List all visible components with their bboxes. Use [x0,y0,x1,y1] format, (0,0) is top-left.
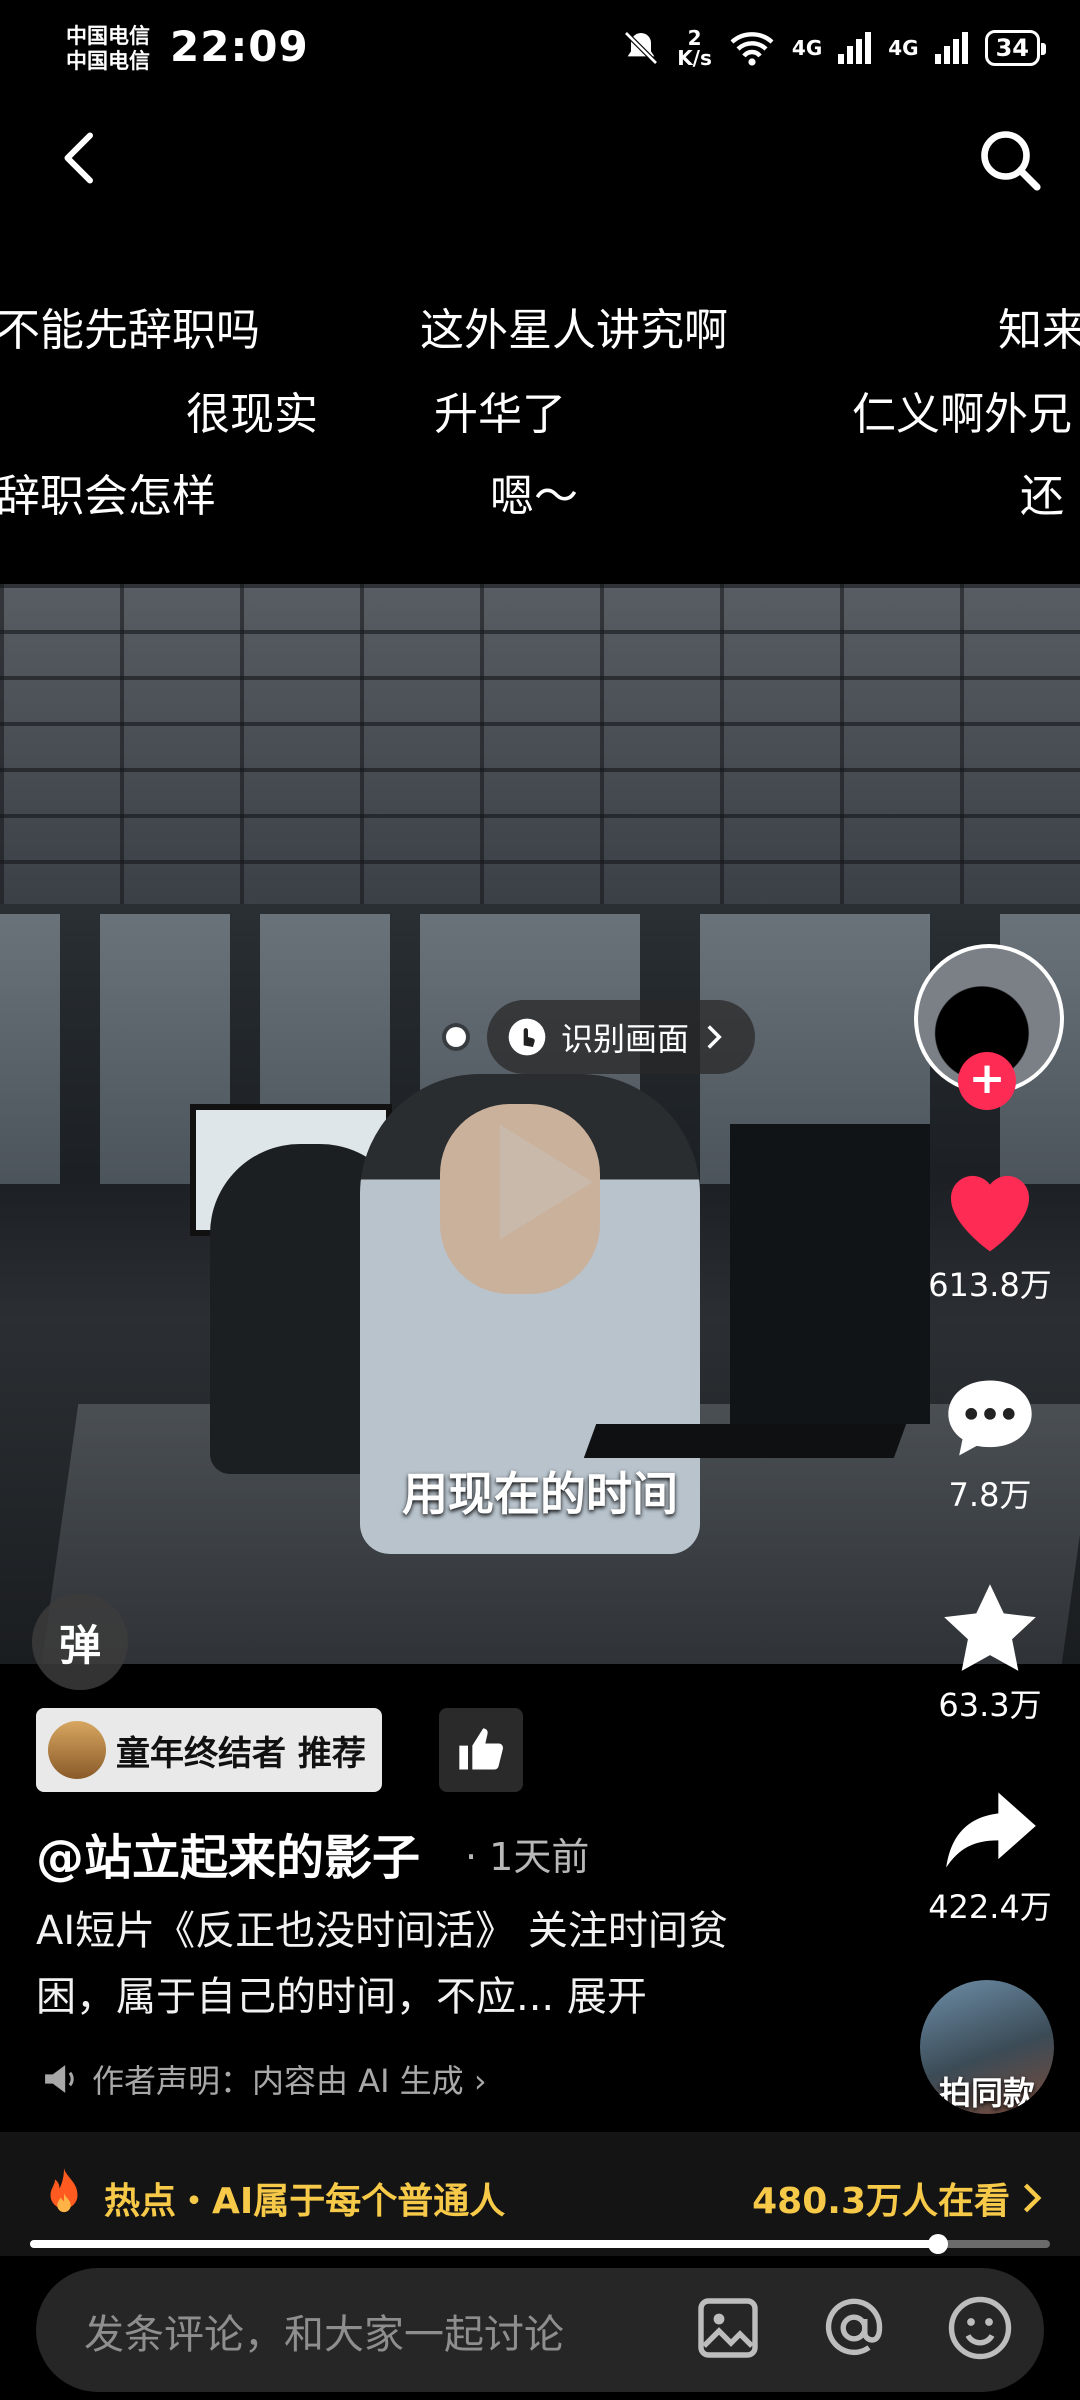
post-description[interactable]: AI短片《反正也没时间活》 关注时间贫困，属于自己的时间，不应... 展开 [36,1898,796,2030]
danmaku-toggle-button[interactable]: 弹 [32,1594,128,1690]
share-arrow-icon [946,1792,1036,1868]
video-progress-handle[interactable] [928,2234,948,2254]
follow-plus-button[interactable]: + [958,1052,1016,1110]
net-speed-value: 2 [687,26,702,50]
author-name[interactable]: @站立起来的影子 [36,1818,420,1888]
mute-bell-icon [624,31,658,65]
share-action[interactable]: 422.4万 [915,1782,1065,1928]
danmaku-item: 嗯～ [490,471,578,522]
comment-count: 7.8万 [948,1476,1032,1514]
hand-tap-icon [508,1018,546,1056]
signal-1-type: 4G [791,36,823,60]
danmaku-item: 仁义啊外兄 [852,389,1072,440]
signal-1-icon [838,32,872,64]
fire-icon [50,2168,78,2213]
recognize-scene-button[interactable]: 识别画面 [487,1000,756,1074]
chevron-right-icon [707,1025,722,1049]
recommend-tag[interactable]: 童年终结者 推荐 [36,1708,382,1792]
thumbs-up-icon [459,1728,504,1770]
play-icon[interactable] [455,1102,615,1262]
favorite-action[interactable]: 63.3万 [915,1580,1065,1726]
chevron-right-icon [1023,2183,1042,2213]
declaration-text: 作者声明：内容由 AI 生成 › [92,2062,487,2100]
net-speed: 2 K/s [677,28,712,68]
carrier-info: 中国电信 中国电信 [66,24,150,74]
carrier-2: 中国电信 [66,49,150,73]
like-action[interactable]: 613.8万 [915,1160,1065,1306]
recognize-label: 识别画面 [561,1020,690,1058]
at-mention-icon[interactable] [818,2292,890,2364]
author-declaration[interactable]: 作者声明：内容由 AI 生成 › [40,2056,487,2102]
recommend-tag-label: 童年终结者 推荐 [116,1733,366,1774]
danmaku-item: 升华了 [434,389,566,440]
video-scene-ceiling [0,584,1080,904]
sync-template-button[interactable]: 拍同款 [920,1980,1054,2114]
comment-bubble-icon [948,1380,1032,1456]
wifi-icon [730,32,774,66]
recommender-avatar [48,1721,106,1779]
post-time: · 1天前 [465,1835,590,1879]
net-speed-unit: K/s [677,46,712,70]
danmaku-item: 还 [1020,471,1064,522]
video-progress-fill [30,2240,938,2248]
signal-2-type: 4G [888,36,919,60]
video-scene-window [0,914,60,1184]
favorite-count: 63.3万 [938,1686,1042,1724]
star-icon [944,1584,1036,1671]
danmaku-item: 很现实 [186,389,318,440]
emoji-icon[interactable] [944,2292,1016,2364]
image-icon[interactable] [692,2292,764,2364]
danmaku-toggle-label: 弹 [58,1620,101,1670]
comment-action[interactable]: 7.8万 [915,1370,1065,1516]
recommend-like-button[interactable] [439,1708,523,1792]
video-scene-keyboard [583,1424,907,1458]
status-time: 22:09 [170,22,309,71]
sync-template-label: 拍同款 [938,2074,1035,2112]
back-arrow-icon[interactable] [50,128,110,188]
comment-input[interactable]: 发条评论，和大家一起讨论 [84,2302,564,2360]
heart-icon [950,1175,1030,1252]
video-scene-computer [730,1124,930,1424]
carrier-1: 中国电信 [66,24,150,48]
danmaku-item: 辞职会怎样 [0,471,216,522]
hot-watching-count: 480.3万人在看 [752,2181,1010,2222]
battery-indicator: 34 [984,30,1047,66]
danmaku-item: 这外星人讲究啊 [420,305,728,356]
speaker-icon [45,2065,74,2093]
hot-topic-label: 热点・AI属于每个普通人 [104,2181,506,2222]
hot-watching[interactable]: 480.3万人在看 [752,2172,1042,2224]
search-icon[interactable] [974,124,1046,196]
share-count: 422.4万 [928,1888,1052,1926]
like-count: 613.8万 [928,1266,1052,1304]
signal-2-icon [934,32,968,64]
status-icons: 2 K/s 4G 4G 34 [621,28,1047,68]
recognize-dot [446,1027,466,1047]
danmaku-item: 不能先辞职吗 [0,305,260,356]
danmaku-item: 知来 [998,305,1080,356]
